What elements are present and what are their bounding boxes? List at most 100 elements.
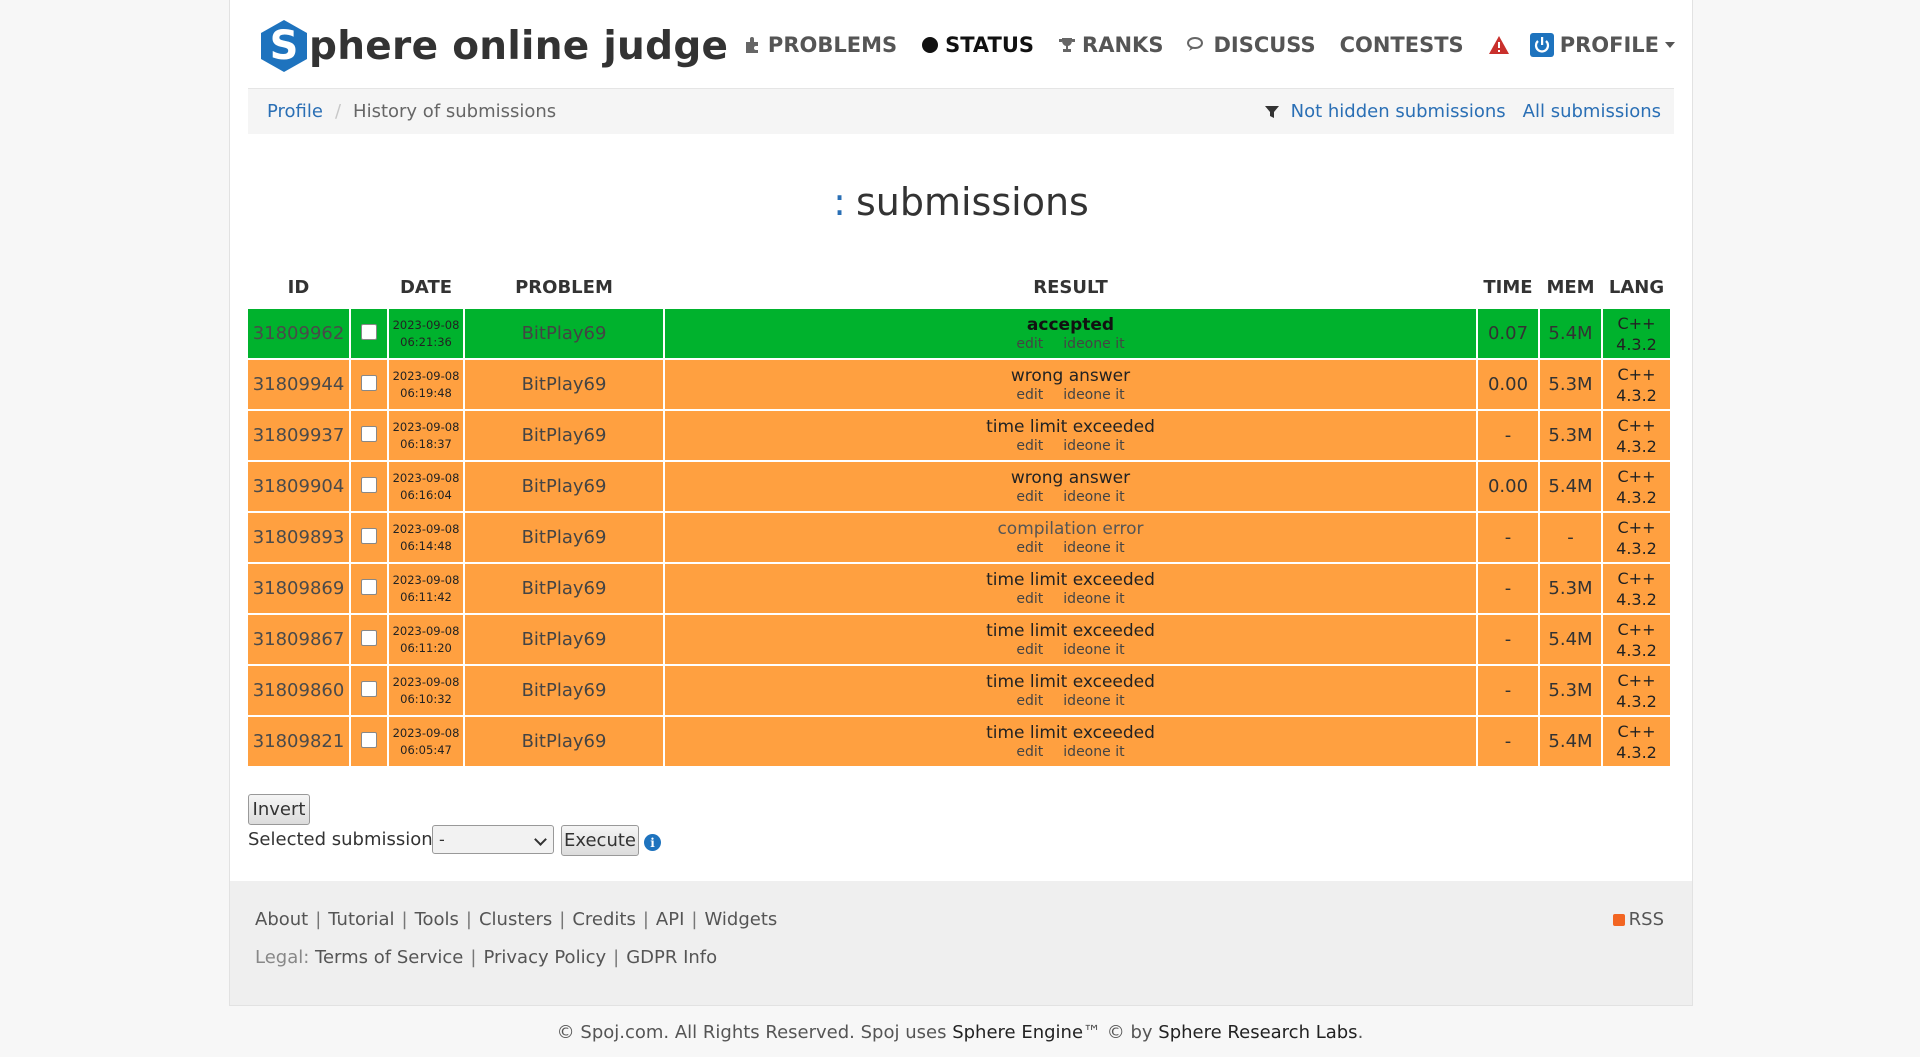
ideone-link[interactable]: ideone it: [1063, 642, 1124, 658]
problem-link[interactable]: BitPlay69: [465, 360, 663, 409]
sphere-research-labs-link[interactable]: Sphere Research Labs: [1158, 1022, 1357, 1043]
sphere-engine-link[interactable]: Sphere Engine: [952, 1022, 1083, 1043]
row-checkbox[interactable]: [361, 374, 377, 391]
run-time: 0.00: [1478, 360, 1538, 409]
result-cell: wrong answer edit ideone it: [665, 360, 1476, 409]
footer-api-link[interactable]: API: [656, 909, 684, 930]
problem-link[interactable]: BitPlay69: [465, 564, 663, 613]
ideone-link[interactable]: ideone it: [1063, 489, 1124, 505]
row-select-cell: [351, 309, 387, 358]
row-checkbox[interactable]: [361, 629, 377, 646]
date-value: 2023-09-08: [392, 674, 460, 689]
submission-id[interactable]: 31809867: [248, 615, 349, 664]
submission-id[interactable]: 31809904: [248, 462, 349, 511]
edit-link[interactable]: edit: [1016, 693, 1043, 709]
ideone-link[interactable]: ideone it: [1063, 591, 1124, 607]
row-checkbox[interactable]: [361, 527, 377, 544]
header-problem[interactable]: PROBLEM: [465, 267, 663, 307]
nav-problems[interactable]: PROBLEMS: [744, 33, 897, 57]
header-date[interactable]: DATE: [389, 267, 463, 307]
nav-ranks[interactable]: RANKS: [1058, 33, 1163, 57]
result-status: time limit exceeded: [986, 620, 1155, 641]
nav-profile-label: PROFILE: [1559, 33, 1659, 57]
problem-link[interactable]: BitPlay69: [465, 717, 663, 766]
time-of-day-value: 06:21:36: [400, 334, 452, 349]
footer-tools-link[interactable]: Tools: [415, 909, 459, 930]
row-checkbox[interactable]: [361, 680, 377, 697]
header-lang[interactable]: LANG: [1603, 267, 1670, 307]
edit-link[interactable]: edit: [1016, 489, 1043, 505]
nav-status-label: STATUS: [945, 33, 1035, 57]
language-name: C++: [1617, 466, 1656, 486]
edit-link[interactable]: edit: [1016, 591, 1043, 607]
problem-link[interactable]: BitPlay69: [465, 462, 663, 511]
ideone-link[interactable]: ideone it: [1063, 387, 1124, 403]
submission-id[interactable]: 31809869: [248, 564, 349, 613]
ideone-link[interactable]: ideone it: [1063, 540, 1124, 556]
result-cell: accepted edit ideone it: [665, 309, 1476, 358]
nav-discuss[interactable]: DISCUSS: [1187, 33, 1316, 57]
nav-contests[interactable]: CONTESTS: [1340, 33, 1464, 57]
ideone-link[interactable]: ideone it: [1063, 438, 1124, 454]
submission-id[interactable]: 31809962: [248, 309, 349, 358]
footer-tutorial-link[interactable]: Tutorial: [328, 909, 394, 930]
action-select[interactable]: -: [432, 825, 554, 854]
header-mem[interactable]: MEM: [1540, 267, 1601, 307]
memory-usage: -: [1540, 513, 1601, 562]
ideone-link[interactable]: ideone it: [1063, 744, 1124, 760]
row-checkbox[interactable]: [361, 425, 377, 442]
footer-widgets-link[interactable]: Widgets: [704, 909, 777, 930]
header-result[interactable]: RESULT: [665, 267, 1476, 307]
ideone-link[interactable]: ideone it: [1063, 693, 1124, 709]
info-icon[interactable]: i: [644, 834, 661, 851]
language-name: C++: [1617, 313, 1656, 333]
nav-profile[interactable]: PROFILE: [1529, 33, 1675, 57]
header-time[interactable]: TIME: [1478, 267, 1538, 307]
submission-id[interactable]: 31809937: [248, 411, 349, 460]
language-version: 4.3.2: [1616, 436, 1657, 456]
terms-of-service-link[interactable]: Terms of Service: [315, 947, 463, 968]
row-checkbox[interactable]: [361, 323, 377, 340]
footer-clusters-link[interactable]: Clusters: [479, 909, 552, 930]
submission-id[interactable]: 31809860: [248, 666, 349, 715]
execute-button[interactable]: Execute: [561, 825, 639, 856]
edit-link[interactable]: edit: [1016, 336, 1043, 352]
not-hidden-submissions-link[interactable]: Not hidden submissions: [1291, 101, 1506, 122]
footer-credits-link[interactable]: Credits: [572, 909, 636, 930]
privacy-policy-link[interactable]: Privacy Policy: [483, 947, 606, 968]
submission-id[interactable]: 31809893: [248, 513, 349, 562]
gdpr-info-link[interactable]: GDPR Info: [626, 947, 717, 968]
problem-link[interactable]: BitPlay69: [465, 411, 663, 460]
footer-about-link[interactable]: About: [255, 909, 308, 930]
row-checkbox[interactable]: [361, 578, 377, 595]
edit-link[interactable]: edit: [1016, 540, 1043, 556]
logo-text: phere online judge: [309, 23, 729, 69]
problem-link[interactable]: BitPlay69: [465, 513, 663, 562]
row-select-cell: [351, 717, 387, 766]
problem-link[interactable]: BitPlay69: [465, 309, 663, 358]
date-value: 2023-09-08: [392, 368, 460, 383]
nav-status[interactable]: STATUS: [921, 33, 1034, 57]
table-row: 31809962 2023-09-08 06:21:36 BitPlay69 accep…: [248, 309, 1670, 358]
edit-link[interactable]: edit: [1016, 438, 1043, 454]
edit-link[interactable]: edit: [1016, 744, 1043, 760]
header-id[interactable]: ID: [248, 267, 349, 307]
submission-id[interactable]: 31809821: [248, 717, 349, 766]
row-checkbox[interactable]: [361, 731, 377, 748]
problem-link[interactable]: BitPlay69: [465, 666, 663, 715]
row-checkbox[interactable]: [361, 476, 377, 493]
rss-link[interactable]: RSS: [1612, 909, 1664, 930]
submission-date: 2023-09-08 06:19:48: [389, 360, 463, 409]
problem-link[interactable]: BitPlay69: [465, 615, 663, 664]
breadcrumb-profile-link[interactable]: Profile: [267, 101, 323, 122]
all-submissions-link[interactable]: All submissions: [1523, 101, 1661, 122]
ideone-link[interactable]: ideone it: [1063, 336, 1124, 352]
edit-link[interactable]: edit: [1016, 387, 1043, 403]
submission-id[interactable]: 31809944: [248, 360, 349, 409]
language-version: 4.3.2: [1616, 334, 1657, 354]
time-of-day-value: 06:11:20: [400, 640, 452, 655]
warning-indicator[interactable]: [1488, 35, 1516, 55]
invert-button[interactable]: Invert: [248, 794, 310, 825]
site-logo[interactable]: S phere online judge: [261, 18, 728, 74]
edit-link[interactable]: edit: [1016, 642, 1043, 658]
